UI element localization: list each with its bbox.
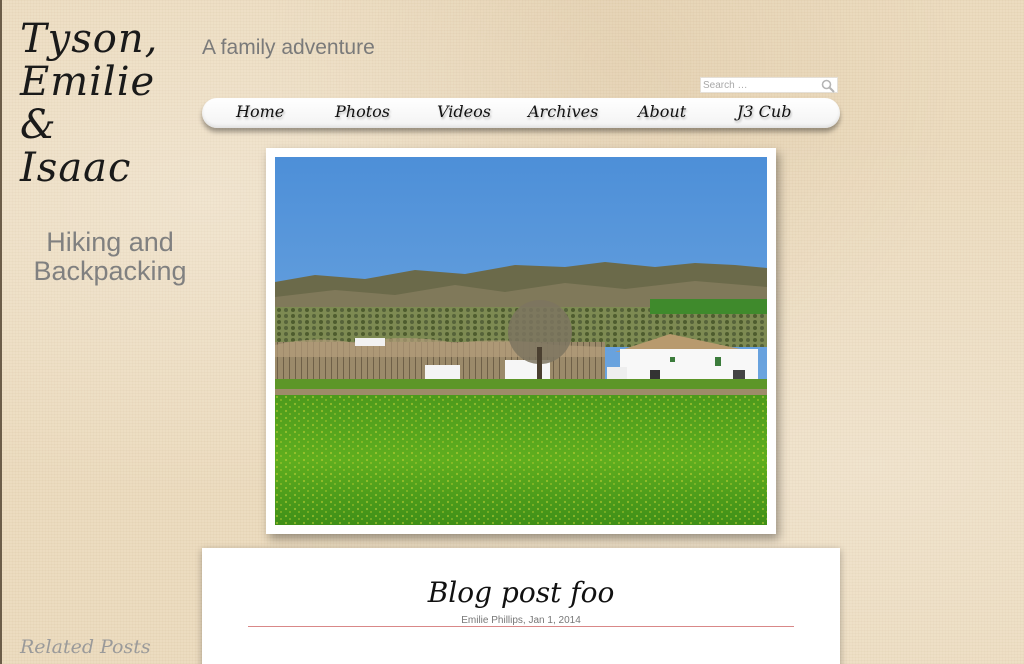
site-title-line-3: Isaac: [20, 145, 132, 191]
search-icon[interactable]: [821, 79, 835, 93]
page-edge: [0, 0, 2, 664]
nav-item-archives[interactable]: Archives: [528, 102, 598, 121]
post-divider: [248, 626, 794, 627]
sidebar-heading-line-1: Hiking and: [46, 227, 174, 257]
sidebar-category-heading[interactable]: Hiking and Backpacking: [20, 228, 200, 286]
site-title-line-2: Emilie &: [20, 59, 156, 148]
site-tagline: A family adventure: [202, 36, 375, 59]
post-meta: Emilie Phillips, Jan 1, 2014: [202, 615, 840, 626]
search-box[interactable]: [700, 77, 838, 93]
search-input[interactable]: [703, 78, 821, 92]
featured-photo[interactable]: [275, 157, 767, 525]
post-date[interactable]: Jan 1, 2014: [528, 615, 580, 626]
nav-item-home[interactable]: Home: [236, 102, 284, 121]
nav-item-videos[interactable]: Videos: [437, 102, 491, 121]
nav-item-photos[interactable]: Photos: [335, 102, 390, 121]
main-nav: Home Photos Videos Archives About J3 Cub: [202, 98, 840, 128]
related-posts-heading: Related Posts: [20, 636, 151, 658]
post-title[interactable]: Blog post foo: [202, 576, 840, 609]
featured-photo-frame: [266, 148, 776, 534]
nav-item-about[interactable]: About: [638, 102, 686, 121]
nav-item-j3-cub[interactable]: J3 Cub: [737, 102, 791, 121]
sidebar-heading-line-2: Backpacking: [33, 256, 187, 286]
blog-post-card: Blog post foo Emilie Phillips, Jan 1, 20…: [202, 548, 840, 664]
site-title[interactable]: Tyson, Emilie & Isaac: [20, 18, 200, 190]
post-author[interactable]: Emilie Phillips: [461, 615, 523, 626]
site-title-line-1: Tyson,: [20, 16, 159, 62]
